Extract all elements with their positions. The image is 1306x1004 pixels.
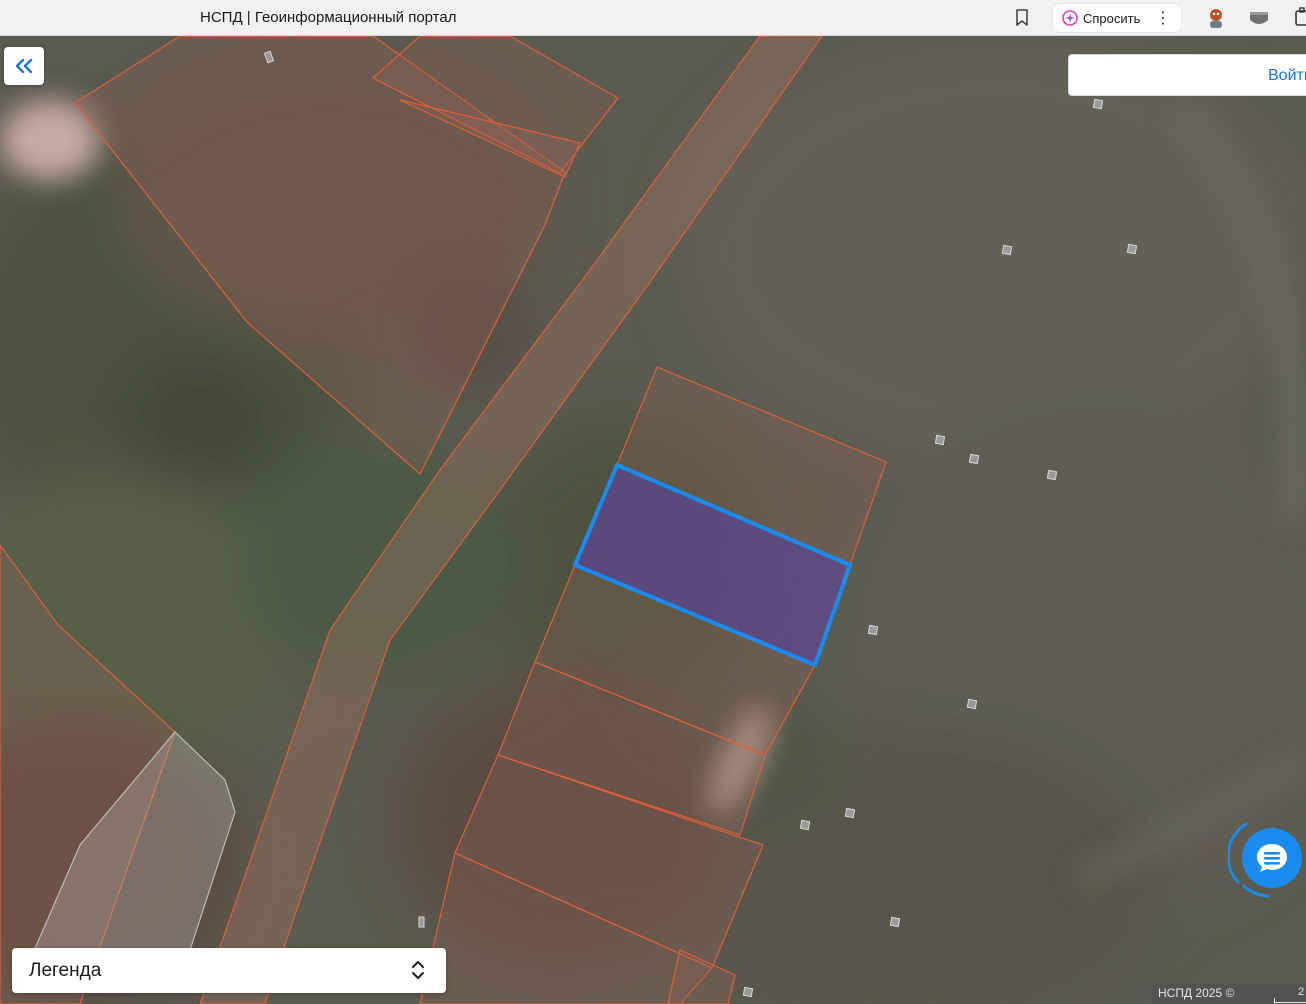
login-label: Войти [1268, 67, 1306, 84]
scale-bar [1274, 998, 1306, 1003]
chat-bubble-icon [1257, 844, 1287, 872]
legend-panel[interactable]: Легенда [12, 948, 446, 993]
extension-puzzle-icon[interactable] [1292, 6, 1306, 30]
collapse-panel-button[interactable] [4, 47, 44, 85]
page-title: НСПД | Геоинформационный портал [200, 9, 457, 26]
extension-shield-icon[interactable] [1248, 8, 1270, 28]
sparkle-icon [1062, 10, 1078, 26]
browser-toolbar: НСПД | Геоинформационный портал Спросить… [0, 0, 1306, 36]
login-button[interactable]: Войти [1068, 54, 1306, 96]
satellite-map[interactable] [0, 36, 1306, 1004]
chat-button[interactable] [1242, 828, 1302, 888]
scale-label: 2 [1298, 986, 1305, 998]
ask-button[interactable]: Спросить ⋮ [1052, 3, 1182, 33]
chat-widget[interactable] [1228, 816, 1306, 900]
extension-avatar-icon[interactable] [1204, 6, 1228, 30]
bookmark-icon [1016, 9, 1028, 26]
expand-collapse-icon[interactable] [410, 958, 426, 982]
bookmark-button[interactable] [1012, 8, 1032, 28]
ask-label: Спросить [1083, 10, 1141, 26]
double-chevron-left-icon [15, 59, 33, 73]
attribution-text: НСПД 2025 © [1158, 986, 1235, 1000]
more-menu-icon[interactable]: ⋮ [1155, 8, 1171, 28]
legend-label: Легенда [29, 960, 102, 981]
map-canvas[interactable] [0, 36, 1306, 1004]
